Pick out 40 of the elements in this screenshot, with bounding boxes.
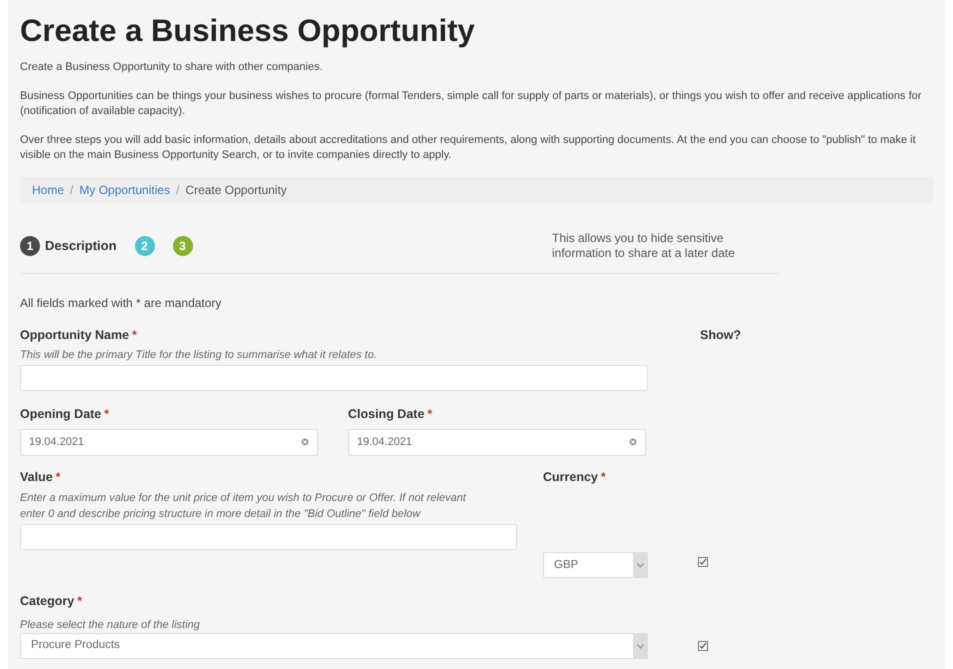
caret-icon: [636, 562, 644, 568]
mandatory-note: All fields marked with * are mandatory: [20, 295, 222, 312]
breadcrumb-separator: /: [70, 182, 74, 199]
column-heading: Show?: [700, 327, 742, 344]
date-field[interactable]: 19.04.2021: [348, 428, 646, 456]
input-field[interactable]: [20, 524, 517, 550]
clear-icon[interactable]: [301, 438, 309, 446]
breadcrumb-link[interactable]: My Opportunities: [79, 181, 170, 199]
required-mark: *: [600, 468, 606, 486]
info-note: This allows you to hide sensitive information to share at a later date: [552, 231, 736, 261]
required-mark: *: [56, 468, 61, 486]
field-hint: This will be the primary Title for the listing to summarise what it relates to.: [20, 348, 378, 363]
required-mark: *: [427, 406, 432, 423]
field-label: Closing Date: [348, 406, 424, 423]
field-label: Category: [20, 593, 74, 610]
clear-icon[interactable]: [629, 438, 637, 446]
intro-paragraph: Business Opportunities can be things your business wishes to procure (formal Tenders, simple call for supply of parts or materials), or things you wish to offer and receive applications for (notification of available capacity).: [20, 89, 922, 119]
field-hint: Please select the nature of the listing: [20, 618, 201, 633]
breadcrumb-separator: /: [176, 182, 180, 199]
show-checkbox[interactable]: [698, 641, 708, 651]
field-label: Currency: [543, 468, 598, 486]
caret-icon: [636, 644, 644, 648]
field-label: Opening Date: [20, 406, 102, 423]
breadcrumb-current: Create Opportunity: [185, 182, 287, 199]
field-label: Opportunity Name: [20, 327, 130, 344]
field-label: Value: [20, 468, 53, 486]
required-mark: *: [104, 406, 110, 423]
step-indicator[interactable]: 1 Description: [20, 236, 117, 256]
select-dropdown[interactable]: Procure Products: [20, 633, 648, 659]
field-hint: Enter a maximum value for the unit price of item you wish to Procure or Offer. If not relevant enter 0 and describe pricing structure in more detail in the "Bid Outline" field below: [20, 491, 468, 522]
required-mark: *: [77, 593, 82, 610]
page-title: Create a Business Opportunity: [20, 12, 476, 50]
breadcrumb-link[interactable]: Home: [32, 181, 64, 199]
date-field[interactable]: 19.04.2021: [20, 428, 318, 456]
show-checkbox[interactable]: [698, 556, 708, 566]
intro-paragraph: Create a Business Opportunity to share with other companies.: [20, 60, 324, 75]
intro-paragraph: Over three steps you will add basic information, details about accreditations and other requirements, along with supporting documents. At the end you can choose to "publish" to make it visible on the main Business Opportunity Search, or to invite companies directly to apply.: [20, 133, 917, 163]
select-dropdown[interactable]: GBP: [543, 552, 648, 578]
input-field[interactable]: [20, 364, 648, 391]
required-mark: *: [132, 327, 137, 344]
